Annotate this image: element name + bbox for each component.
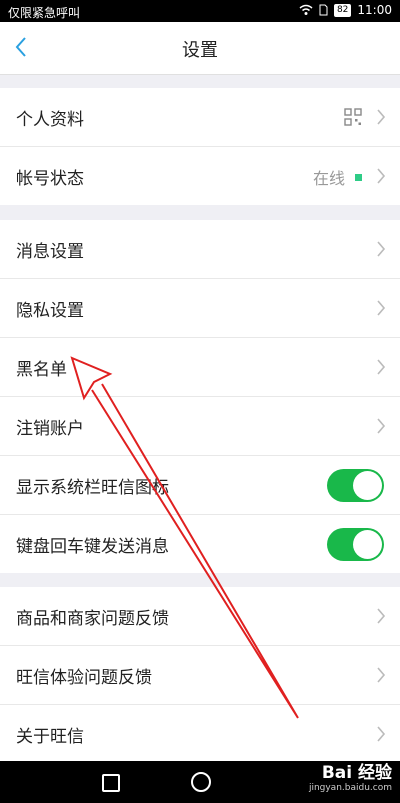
row-account-status[interactable]: 帐号状态 在线: [0, 147, 400, 205]
chevron-right-icon: [377, 241, 386, 257]
row-enter-to-send: 键盘回车键发送消息: [0, 515, 400, 573]
row-product-feedback[interactable]: 商品和商家问题反馈: [0, 587, 400, 646]
settings-group-account: 个人资料 帐号状态 在线: [0, 88, 400, 205]
qrcode-icon: [344, 108, 362, 126]
chevron-right-icon: [377, 667, 386, 683]
watermark-url: jingyan.baidu.com: [308, 783, 392, 793]
home-icon[interactable]: [191, 772, 211, 792]
online-dot-icon: [355, 173, 362, 181]
toggle-show-tray-icon[interactable]: [327, 469, 384, 502]
chevron-right-icon: [377, 359, 386, 375]
chevron-right-icon: [377, 608, 386, 624]
carrier-text: 仅限紧急呼叫: [8, 6, 81, 20]
row-personal-profile[interactable]: 个人资料: [0, 88, 400, 147]
row-label: 黑名单: [16, 359, 67, 380]
row-experience-feedback[interactable]: 旺信体验问题反馈: [0, 646, 400, 705]
chevron-right-icon: [377, 726, 386, 742]
row-label: 隐私设置: [16, 300, 84, 321]
row-label: 关于旺信: [16, 726, 84, 747]
toggle-knob: [353, 530, 382, 559]
watermark: Bai 经验 jingyan.baidu.com: [309, 758, 392, 793]
row-label: 键盘回车键发送消息: [16, 536, 169, 557]
clock: 11:00: [357, 3, 392, 17]
watermark-brand: Bai 经验: [321, 763, 392, 783]
battery-level: 82: [333, 3, 352, 17]
row-message-settings[interactable]: 消息设置: [0, 220, 400, 279]
row-label: 个人资料: [16, 109, 84, 130]
status-bar: 仅限紧急呼叫 82 11:00: [0, 0, 400, 22]
row-about[interactable]: 关于旺信: [0, 705, 400, 763]
toggle-knob: [353, 471, 382, 500]
chevron-right-icon: [377, 300, 386, 316]
row-blacklist[interactable]: 黑名单: [0, 338, 400, 397]
chevron-right-icon: [377, 418, 386, 434]
row-show-tray-icon: 显示系统栏旺信图标: [0, 456, 400, 515]
navigation-bar: 设置: [0, 22, 400, 75]
toggle-enter-to-send[interactable]: [327, 528, 384, 561]
status-text: 在线: [312, 169, 345, 188]
row-label: 帐号状态: [16, 168, 84, 189]
chevron-right-icon: [377, 109, 386, 125]
online-status: 在线: [313, 165, 362, 189]
recent-apps-icon[interactable]: [102, 774, 120, 792]
row-label: 注销账户: [16, 418, 84, 439]
wifi-icon: [299, 4, 313, 15]
settings-group-feedback: 商品和商家问题反馈 旺信体验问题反馈 关于旺信: [0, 587, 400, 763]
row-label: 旺信体验问题反馈: [16, 667, 152, 688]
row-cancel-account[interactable]: 注销账户: [0, 397, 400, 456]
sim-icon: [319, 4, 328, 16]
row-label: 显示系统栏旺信图标: [16, 477, 169, 498]
chevron-right-icon: [377, 168, 386, 184]
row-privacy-settings[interactable]: 隐私设置: [0, 279, 400, 338]
row-label: 消息设置: [16, 241, 84, 262]
settings-group-general: 消息设置 隐私设置 黑名单 注销账户 显示系统栏旺信图标 键盘回车键发送消息: [0, 220, 400, 573]
page-title: 设置: [182, 40, 218, 61]
row-label: 商品和商家问题反馈: [16, 608, 169, 629]
status-icons: 82 11:00: [299, 3, 392, 17]
